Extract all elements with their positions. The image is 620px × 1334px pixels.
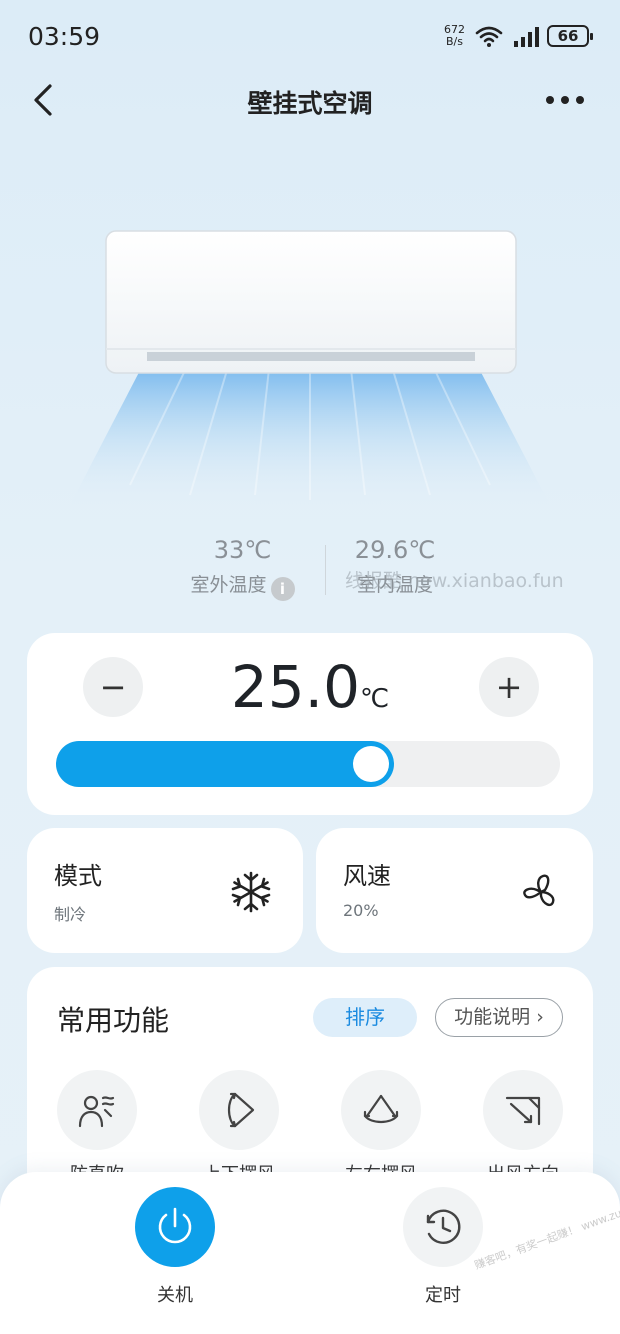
power-button-circle[interactable]	[135, 1187, 215, 1267]
set-temperature-unit: ℃	[359, 684, 390, 714]
status-bar: 03:59 672 B/s 66	[0, 0, 620, 74]
temperature-slider-thumb[interactable]	[353, 746, 389, 782]
network-speed: 672 B/s	[444, 24, 465, 48]
function-item-airflow-direction[interactable]: 出风方向	[483, 1070, 563, 1186]
power-label: 关机	[157, 1285, 193, 1306]
wifi-icon	[475, 26, 503, 47]
timer-button[interactable]: 定时	[403, 1187, 483, 1307]
timer-button-circle[interactable]	[403, 1187, 483, 1267]
battery-indicator: 66	[547, 25, 593, 47]
outdoor-temperature-label: 室外温度	[190, 574, 267, 596]
temperature-control-card: − 25.0℃ +	[27, 633, 593, 815]
more-dot-icon	[546, 96, 554, 104]
airflow-direction-icon	[505, 1096, 541, 1126]
function-icon-background	[483, 1070, 563, 1150]
outdoor-temperature-value: 33℃	[213, 536, 272, 564]
indoor-temperature-value: 29.6℃	[354, 536, 436, 564]
clock-icon	[426, 1209, 461, 1244]
more-dot-icon	[576, 96, 584, 104]
page-title: 壁挂式空调	[247, 89, 373, 118]
anti-direct-blow-icon	[78, 1095, 115, 1128]
fan-speed-value: 20%	[343, 901, 379, 920]
signal-icon	[514, 27, 539, 47]
mode-title: 模式	[54, 862, 102, 890]
function-item-horizontal-swing[interactable]: 左右摆风	[341, 1070, 421, 1186]
function-explanation-button[interactable]: 功能说明 ›	[435, 998, 563, 1037]
function-icon-background	[199, 1070, 279, 1150]
function-icon-background	[341, 1070, 421, 1150]
power-icon	[158, 1207, 192, 1244]
info-icon[interactable]: i	[270, 577, 295, 601]
status-time: 03:59	[28, 22, 101, 51]
temperature-slider-fill	[56, 741, 394, 787]
vertical-swing-icon	[227, 1092, 255, 1128]
function-item-anti-direct-blow[interactable]: 防直吹	[57, 1070, 137, 1186]
function-item-vertical-swing[interactable]: 上下摆风	[199, 1070, 279, 1186]
function-icon-background	[57, 1070, 137, 1150]
more-dot-icon	[561, 96, 569, 104]
outdoor-temperature: 33℃ 室外温度 i	[180, 536, 305, 601]
snowflake-icon	[231, 871, 271, 913]
horizontal-swing-icon	[363, 1094, 399, 1124]
mode-card[interactable]: 模式 制冷	[27, 828, 303, 953]
fan-icon	[523, 874, 555, 907]
outdoor-temperature-label-row: 室外温度 i	[180, 570, 305, 601]
airflow-illustration	[70, 355, 550, 505]
watermark-text: 线报酷 new.xianbao.fun	[345, 570, 564, 592]
set-temperature-value: 25.0	[230, 653, 360, 721]
increase-temperature-button[interactable]: +	[479, 657, 539, 717]
sort-button[interactable]: 排序	[313, 998, 417, 1037]
temperature-slider[interactable]	[56, 741, 560, 787]
mode-value: 制冷	[54, 905, 87, 924]
power-button[interactable]: 关机	[135, 1187, 215, 1307]
more-button[interactable]	[540, 90, 590, 110]
fan-speed-title: 风速	[343, 862, 391, 890]
network-speed-unit: B/s	[446, 35, 463, 48]
temperature-divider	[325, 545, 326, 595]
air-conditioner-illustration	[105, 230, 517, 374]
fan-speed-card[interactable]: 风速 20%	[316, 828, 593, 953]
common-functions-title: 常用功能	[57, 1004, 170, 1037]
timer-label: 定时	[425, 1285, 461, 1306]
